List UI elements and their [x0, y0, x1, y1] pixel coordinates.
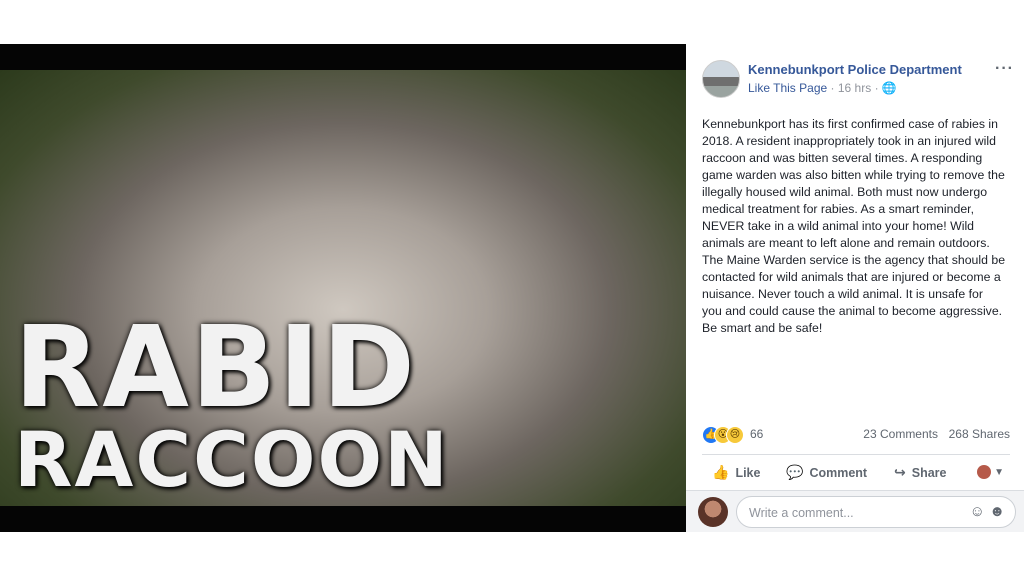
post-timestamp[interactable]: 16 hrs — [838, 81, 871, 95]
like-button-label: Like — [735, 466, 761, 480]
sticker-icon[interactable]: ☻ — [989, 503, 1005, 520]
globe-icon: 🌐 — [881, 81, 897, 95]
reaction-count[interactable]: 66 — [750, 427, 763, 441]
share-button-label: Share — [911, 466, 947, 480]
post-panel: Kennebunkport Police Department Like Thi… — [686, 44, 1024, 532]
divider — [702, 454, 1010, 455]
action-bar: 👍 Like 💬 Comment ↪ Share ▼ — [702, 458, 1010, 488]
reaction-as-selector[interactable]: ▼ — [977, 464, 1004, 479]
like-page-link[interactable]: Like This Page — [748, 81, 827, 95]
meta-separator: · — [830, 81, 838, 95]
user-avatar[interactable] — [698, 497, 728, 527]
share-button[interactable]: ↪ Share — [894, 464, 946, 481]
page-name-link[interactable]: Kennebunkport Police Department — [748, 62, 962, 77]
comment-input[interactable] — [747, 497, 971, 529]
reaction-icons[interactable]: 👍 😮 😢 — [702, 426, 746, 444]
post-image[interactable]: RABID RACCOON — [0, 44, 686, 532]
emoji-icon[interactable]: ☺ — [970, 503, 985, 520]
more-options-icon[interactable]: ··· — [995, 60, 1014, 78]
comment-box: ☺ ☻ — [736, 496, 1016, 529]
meta-separator-2: · — [874, 81, 882, 95]
comment-button-label: Comment — [809, 466, 868, 480]
image-letterbox-bottom — [0, 506, 686, 532]
comment-button[interactable]: 💬 Comment — [786, 464, 867, 481]
chevron-down-icon: ▼ — [994, 467, 1004, 478]
image-headline-line1: RABID — [14, 303, 417, 433]
post-body-text: Kennebunkport has its first confirmed ca… — [702, 117, 1006, 335]
post-header: Kennebunkport Police Department Like Thi… — [702, 60, 1014, 100]
comments-count-link[interactable]: 23 Comments — [863, 427, 938, 441]
page-avatar[interactable] — [702, 60, 740, 98]
mini-avatar — [977, 464, 992, 479]
image-headline-line2: RACCOON — [14, 415, 450, 504]
reactions-bar: 👍 😮 😢 66 23 Comments 268 Shares — [702, 426, 1010, 444]
shares-count-link[interactable]: 268 Shares — [949, 427, 1010, 441]
like-button[interactable]: 👍 Like — [712, 464, 760, 481]
share-arrow-icon: ↪ — [894, 464, 906, 480]
thumbs-up-icon: 👍 — [712, 464, 730, 480]
sad-reaction-icon: 😢 — [726, 426, 744, 444]
comment-composer: ☺ ☻ — [686, 491, 1024, 532]
post-meta: Like This Page · 16 hrs · 🌐 — [748, 81, 897, 95]
comment-bubble-icon: 💬 — [786, 464, 804, 480]
image-letterbox-top — [0, 44, 686, 70]
